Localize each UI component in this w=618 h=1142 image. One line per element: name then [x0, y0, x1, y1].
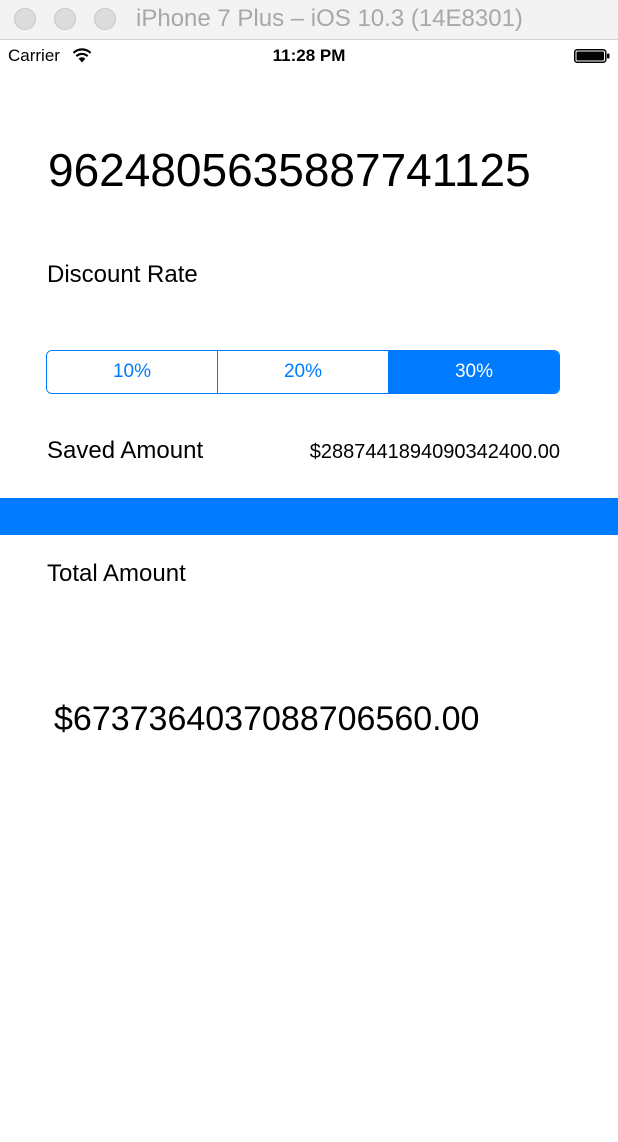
segment-30-percent[interactable]: 30% [388, 351, 559, 393]
simulator-title-bar: iPhone 7 Plus – iOS 10.3 (14E8301) [0, 0, 618, 40]
window-title: iPhone 7 Plus – iOS 10.3 (14E8301) [136, 5, 523, 32]
minimize-window-button[interactable] [54, 8, 76, 30]
discount-rate-label: Discount Rate [47, 261, 198, 288]
bill-amount-field[interactable]: 9624805635887741125 [48, 140, 531, 200]
saved-amount-label: Saved Amount [47, 437, 204, 464]
battery-icon [574, 49, 610, 63]
total-amount-value: $6737364037088706560.00 [54, 700, 480, 738]
zoom-window-button[interactable] [94, 8, 116, 30]
close-window-button[interactable] [14, 8, 36, 30]
status-bar: Carrier 11:28 PM [0, 40, 618, 72]
segment-20-percent[interactable]: 20% [217, 351, 388, 393]
total-amount-label: Total Amount [47, 560, 186, 587]
saved-amount-value: $2887441894090342400.00 [309, 441, 560, 463]
discount-rate-segmented-control[interactable]: 10% 20% 30% [46, 350, 560, 394]
status-time: 11:28 PM [272, 46, 346, 65]
divider-bar [0, 498, 618, 535]
segment-10-percent[interactable]: 10% [47, 351, 217, 393]
